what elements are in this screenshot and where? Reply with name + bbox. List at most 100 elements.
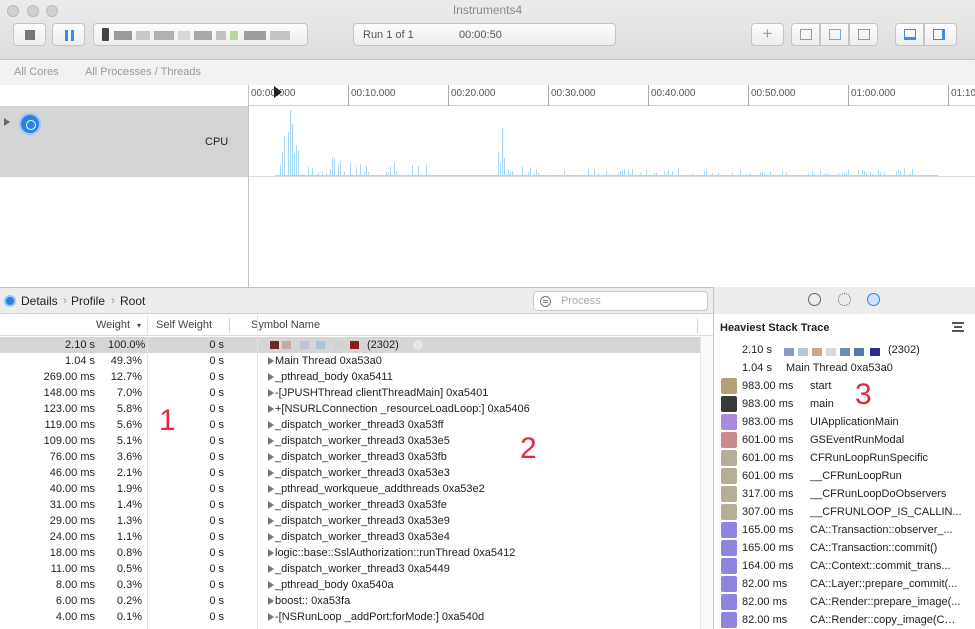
disclosure-triangle-icon[interactable]	[268, 453, 274, 461]
frame-symbol: CA::Transaction::observer_...	[810, 524, 953, 536]
disclosure-triangle-icon[interactable]	[268, 389, 274, 397]
stack-frame[interactable]: 164.00 ms CA::Context::commit_trans...	[714, 557, 975, 575]
stack-options-icon[interactable]	[952, 322, 964, 332]
all-cores-filter[interactable]: All Cores	[14, 66, 59, 78]
table-row[interactable]: 148.00 ms 7.0% 0 s -[JPUSHThread clientThre…	[0, 385, 700, 401]
table-scrollbar[interactable]	[700, 336, 713, 629]
percent-cell: 12.7%	[110, 371, 142, 383]
run-status[interactable]: Run 1 of 1 00:00:50	[353, 23, 616, 46]
symbol-cell: _dispatch_worker_thread3 0xa53e9	[275, 515, 450, 527]
table-row[interactable]: 1.04 s 49.3% 0 s Main Thread 0xa53a0	[0, 353, 700, 369]
stack-frame[interactable]: 165.00 ms CA::Transaction::commit()	[714, 539, 975, 557]
symbol-cell: _dispatch_worker_thread3 0xa53fb	[275, 451, 447, 463]
process-search-input[interactable]	[533, 291, 708, 311]
disclosure-triangle-icon[interactable]	[268, 517, 274, 525]
stack-frame[interactable]: 165.00 ms CA::Transaction::observer_...	[714, 521, 975, 539]
table-row[interactable]: 40.00 ms 1.9% 0 s _pthread_workqueue_addthr…	[0, 481, 700, 497]
table-row[interactable]: 46.00 ms 2.1% 0 s _dispatch_worker_thread3 …	[0, 465, 700, 481]
disclosure-triangle-icon[interactable]	[4, 118, 10, 126]
stop-button[interactable]	[13, 23, 46, 46]
stack-frame[interactable]: 601.00 ms GSEventRunModal	[714, 431, 975, 449]
table-row[interactable]: 6.00 ms 0.2% 0 s boost:: 0xa53fa	[0, 593, 700, 609]
table-row[interactable]: 11.00 ms 0.5% 0 s _dispatch_worker_thread3 …	[0, 561, 700, 577]
cpu-usage-graph[interactable]	[248, 106, 975, 177]
list-view-button[interactable]	[820, 23, 849, 46]
call-tree-table[interactable]: 2.10 s 100.0% 0 s (2302) 1.04 s 49.3% 0 s Main …	[0, 337, 713, 629]
stack-summary-process[interactable]: 2.10 s (2302)	[714, 341, 975, 359]
table-row[interactable]: 29.00 ms 1.3% 0 s _dispatch_worker_thread3 …	[0, 513, 700, 529]
stack-frame[interactable]: 317.00 ms __CFRunLoopDoObservers	[714, 485, 975, 503]
disclosure-triangle-icon[interactable]	[268, 437, 274, 445]
table-row[interactable]: 8.00 ms 0.3% 0 s _pthread_body 0xa540a	[0, 577, 700, 593]
disclosure-triangle-icon[interactable]	[268, 469, 274, 477]
add-instrument-button[interactable]: +	[751, 23, 784, 46]
weight-column-header[interactable]: Weight	[96, 319, 130, 331]
table-row[interactable]: 31.00 ms 1.4% 0 s _dispatch_worker_thread3 …	[0, 497, 700, 513]
stack-frame[interactable]: 983.00 ms start	[714, 377, 975, 395]
frame-symbol: CA::Context::commit_trans...	[810, 560, 951, 572]
table-row[interactable]: 123.00 ms 5.8% 0 s +[NSURLConnection _resou…	[0, 401, 700, 417]
filter-icon	[540, 296, 551, 307]
self-weight-column-header[interactable]: Self Weight	[156, 319, 212, 331]
record-settings-button[interactable]	[791, 23, 820, 46]
tick-label: 00:10.000	[351, 88, 396, 99]
focus-arrow-icon[interactable]	[413, 340, 423, 350]
target-device-selector[interactable]	[93, 23, 308, 46]
frame-symbol: __CFRunLoopRun	[810, 470, 902, 482]
cpu-sample-bar	[294, 153, 295, 176]
table-row[interactable]: 109.00 ms 5.1% 0 s _dispatch_worker_thread3…	[0, 433, 700, 449]
disclosure-triangle-icon[interactable]	[268, 421, 274, 429]
disclosure-triangle-icon[interactable]	[268, 597, 274, 605]
cpu-sample-bar	[290, 110, 292, 176]
disclosure-triangle-icon[interactable]	[268, 357, 274, 365]
breadcrumb-profile[interactable]: Profile	[71, 294, 105, 308]
stack-summary-thread[interactable]: 1.04 s Main Thread 0xa53a0	[714, 359, 975, 377]
stack-frame[interactable]: 601.00 ms __CFRunLoopRun	[714, 467, 975, 485]
playhead-marker[interactable]	[274, 86, 282, 98]
table-row[interactable]: 24.00 ms 1.1% 0 s _dispatch_worker_thread3 …	[0, 529, 700, 545]
toggle-inspector-button[interactable]	[924, 23, 957, 46]
disclosure-triangle-icon[interactable]	[268, 613, 274, 621]
extended-detail-tab-icon[interactable]	[867, 293, 880, 306]
disclosure-triangle-icon[interactable]	[268, 533, 274, 541]
disclosure-triangle-icon[interactable]	[268, 581, 274, 589]
disclosure-triangle-icon[interactable]	[268, 501, 274, 509]
cpu-sample-bar	[360, 164, 361, 176]
symbol-name-column-header[interactable]: Symbol Name	[251, 319, 320, 331]
disclosure-triangle-icon[interactable]	[268, 549, 274, 557]
stack-frame[interactable]: 82.00 ms CA::Render::copy_image(CG...	[714, 611, 975, 629]
disclosure-triangle-icon[interactable]	[268, 373, 274, 381]
pause-button[interactable]	[52, 23, 85, 46]
breadcrumb-root[interactable]: Root	[120, 294, 145, 308]
stack-frame[interactable]: 82.00 ms CA::Layer::prepare_commit(...	[714, 575, 975, 593]
timeline-ruler[interactable]: 00:00.000 00:10.000 00:20.000 00:30.000 …	[248, 85, 975, 106]
percent-cell: 1.4%	[116, 499, 142, 511]
disclosure-triangle-icon[interactable]	[268, 565, 274, 573]
percent-cell: 100.0%	[108, 339, 146, 351]
stack-frame[interactable]: 307.00 ms __CFRUNLOOP_IS_CALLIN...	[714, 503, 975, 521]
table-row[interactable]: 18.00 ms 0.8% 0 s logic::base::SslAuthoriza…	[0, 545, 700, 561]
stack-frame[interactable]: 983.00 ms main	[714, 395, 975, 413]
breadcrumb-details[interactable]: Details	[21, 294, 58, 308]
table-row[interactable]: 269.00 ms 12.7% 0 s _pthread_body 0xa5411	[0, 369, 700, 385]
table-row[interactable]: 76.00 ms 3.6% 0 s _dispatch_worker_thread3 …	[0, 449, 700, 465]
all-processes-filter[interactable]: All Processes / Threads	[85, 66, 201, 78]
disclosure-triangle-icon[interactable]	[268, 485, 274, 493]
stack-frame[interactable]: 601.00 ms CFRunLoopRunSpecific	[714, 449, 975, 467]
table-row[interactable]: 4.00 ms 0.1% 0 s -[NSRunLoop _addPort:forMo…	[0, 609, 700, 625]
percent-cell: 0.3%	[116, 579, 142, 591]
symbol-cell: _pthread_workqueue_addthreads 0xa53e2	[275, 483, 485, 495]
table-view-button[interactable]	[849, 23, 878, 46]
table-row[interactable]: 119.00 ms 5.6% 0 s _dispatch_worker_thread3…	[0, 417, 700, 433]
gear-icon[interactable]	[838, 293, 851, 306]
time-profiler-small-icon	[4, 295, 16, 307]
self-weight-cell: 0 s	[209, 579, 224, 591]
table-row[interactable]: 2.10 s 100.0% 0 s (2302)	[0, 337, 700, 353]
disclosure-triangle-icon[interactable]	[268, 405, 274, 413]
record-settings-tab-icon[interactable]	[808, 293, 821, 306]
stack-frame[interactable]: 82.00 ms CA::Render::prepare_image(...	[714, 593, 975, 611]
stack-frame[interactable]: 983.00 ms UIApplicationMain	[714, 413, 975, 431]
toggle-detail-pane-button[interactable]	[895, 23, 924, 46]
bottom-pane-icon	[904, 29, 916, 40]
percent-cell: 49.3%	[110, 355, 142, 367]
